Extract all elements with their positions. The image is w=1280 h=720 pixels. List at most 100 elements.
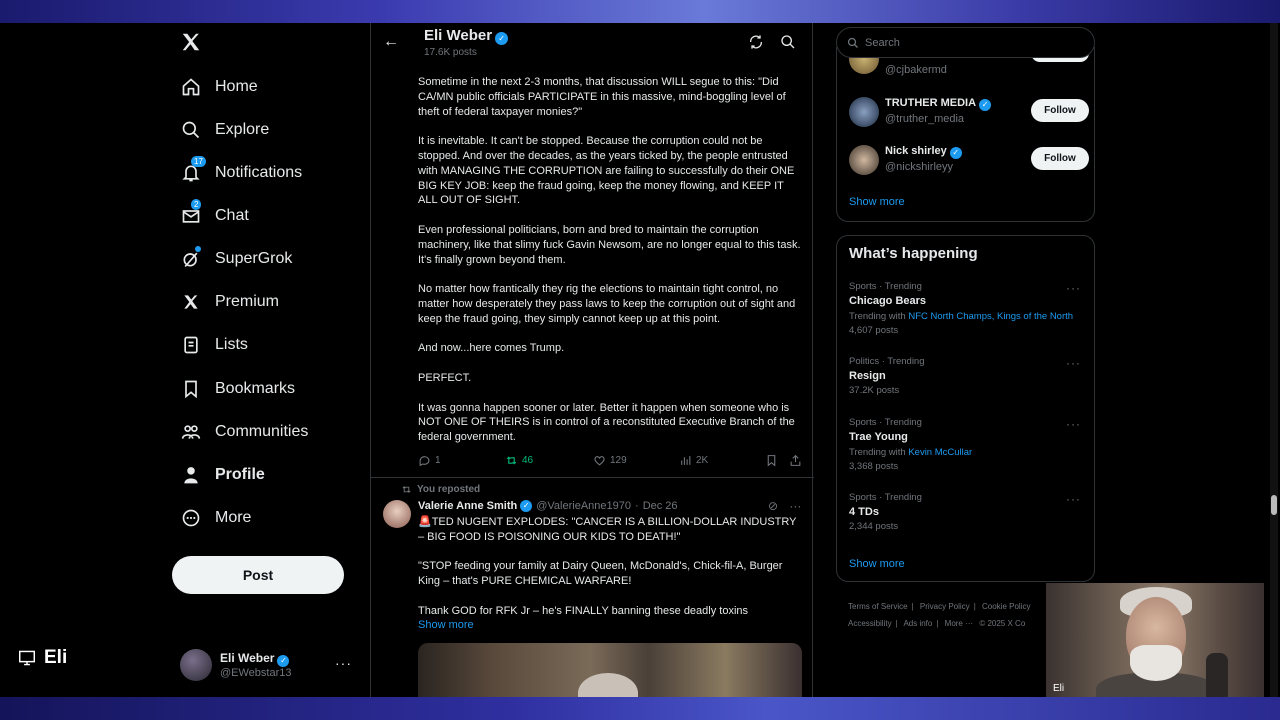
trend-with-link[interactable]: NFC North Champs, Kings of the North [908, 311, 1073, 322]
sidebar-item-profile[interactable]: Profile [180, 455, 265, 495]
follow-suggestion[interactable]: Nick shirley ✓ @nickshirleyy Follow [849, 143, 1089, 179]
screen-share-label: Eli [18, 647, 67, 669]
trend-posts: 37.2K posts [849, 385, 900, 396]
trend-category: Sports · Trending [849, 492, 922, 503]
footer-privacy-link[interactable]: Privacy Policy [920, 602, 970, 611]
repost-button[interactable]: 46 [505, 454, 533, 467]
like-count: 129 [610, 455, 627, 466]
scrollbar[interactable] [1270, 23, 1278, 697]
monitor-icon [19, 650, 35, 666]
tweet-author-handle[interactable]: @ValerieAnne1970 [536, 500, 631, 512]
follow-button[interactable]: Follow [1031, 99, 1089, 122]
show-more-link[interactable]: Show more [849, 196, 905, 208]
tweet-separator: · [635, 500, 639, 512]
trend-item[interactable]: Sports · Trending Chicago Bears Trending… [849, 281, 1089, 336]
search-input[interactable] [865, 36, 1065, 49]
sidebar-item-communities[interactable]: Communities [180, 412, 308, 452]
sidebar-item-lists[interactable]: Lists [180, 325, 248, 365]
trend-with-label: Trending with [849, 311, 906, 322]
x-logo-icon[interactable] [180, 31, 204, 55]
sidebar-item-label: Explore [215, 121, 270, 138]
sidebar-item-label: More [215, 509, 252, 526]
repost-label: You reposted [417, 484, 481, 495]
trend-category: Sports · Trending [849, 417, 922, 428]
sidebar-item-chat[interactable]: 2 Chat [180, 196, 249, 236]
footer-ads-link[interactable]: Ads info [903, 619, 932, 628]
sidebar-item-label: Notifications [215, 164, 303, 181]
sidebar-item-premium[interactable]: Premium [180, 282, 279, 322]
tweet-media[interactable] [418, 643, 802, 697]
sidebar-item-notifications[interactable]: 17 Notifications [180, 153, 302, 193]
microphone [1206, 653, 1228, 697]
share-icon [790, 454, 801, 466]
tweet-author-name[interactable]: Valerie Anne Smith [418, 500, 517, 512]
x-logo-icon [180, 291, 202, 313]
grok-icon[interactable]: ⊘ [768, 499, 778, 513]
tweet-header: Valerie Anne Smith ✓ @ValerieAnne1970 · … [418, 500, 678, 512]
sidebar-item-bookmarks[interactable]: Bookmarks [180, 369, 295, 409]
trend-posts: 2,344 posts [849, 521, 899, 532]
search-icon[interactable] [780, 34, 796, 50]
sidebar-item-supergrok[interactable]: SuperGrok [180, 239, 292, 279]
trend-item[interactable]: Politics · Trending Resign 37.2K posts ·… [849, 356, 1089, 396]
bookmark-button[interactable] [765, 454, 782, 467]
trend-item[interactable]: Sports · Trending 4 TDs 2,344 posts ··· [849, 492, 1089, 532]
suggestion-handle: @nickshirleyy [885, 161, 954, 173]
sidebar-item-explore[interactable]: Explore [180, 110, 269, 150]
x-app: Home Explore 17 Notifications 2 Chat Sup… [0, 23, 1280, 697]
trend-with-link[interactable]: Kevin McCullar [908, 447, 972, 458]
footer-separator: | [973, 602, 976, 611]
more-dots-icon[interactable]: ··· [1066, 417, 1081, 431]
home-icon [180, 76, 202, 98]
show-more-link[interactable]: Show more [418, 619, 474, 631]
search-icon [847, 37, 858, 48]
sidebar-item-label: Chat [215, 207, 249, 224]
tweet-paragraph: No matter how frantically they rig the e… [418, 283, 796, 325]
show-more-link[interactable]: Show more [849, 558, 905, 570]
like-button[interactable]: 129 [593, 454, 627, 467]
reply-icon [419, 456, 430, 467]
search-bar[interactable] [836, 27, 1095, 58]
reply-button[interactable]: 1 [418, 454, 441, 467]
list-icon [180, 334, 202, 356]
mail-icon: 2 [180, 199, 202, 227]
follow-button[interactable]: Follow [1031, 147, 1089, 170]
post-button[interactable]: Post [172, 556, 344, 594]
more-dots-icon[interactable]: ··· [1066, 492, 1081, 506]
search-icon [180, 119, 202, 141]
account-switcher[interactable]: Eli Weber ✓ @EWebstar13 ··· [180, 645, 360, 685]
trend-item[interactable]: Sports · Trending Trae Young Trending wi… [849, 417, 1089, 472]
webcam-overlay: Eli [1046, 583, 1264, 697]
timeline: ← Eli Weber ✓ 17.6K posts Sometime in the… [370, 23, 814, 697]
footer-terms-link[interactable]: Terms of Service [848, 602, 908, 611]
more-dots-icon[interactable]: ··· [1066, 356, 1081, 370]
footer-more-link[interactable]: More ··· [945, 619, 973, 628]
share-button[interactable] [789, 454, 806, 467]
back-arrow-icon[interactable]: ← [383, 33, 399, 51]
more-dots-icon[interactable]: ··· [1066, 281, 1081, 295]
webcam-label: Eli [1053, 683, 1065, 694]
avatar[interactable] [383, 500, 411, 528]
scrollbar-thumb[interactable] [1271, 495, 1277, 515]
heart-icon [594, 456, 605, 466]
communities-icon [180, 421, 202, 443]
more-dots-icon[interactable]: ··· [335, 655, 352, 671]
refresh-icon[interactable] [748, 34, 764, 50]
footer-accessibility-link[interactable]: Accessibility [848, 619, 892, 628]
whats-happening-title: What’s happening [849, 245, 978, 262]
tweet-date[interactable]: Dec 26 [643, 500, 678, 512]
more-dots-icon[interactable]: ··· [789, 499, 801, 513]
follow-suggestion[interactable]: TRUTHER MEDIA ✓ @truther_media Follow [849, 95, 1089, 131]
views-button[interactable]: 2K [679, 454, 708, 467]
avatar [849, 145, 879, 175]
sidebar-item-label: Profile [215, 466, 265, 483]
sidebar-nav: Home Explore 17 Notifications 2 Chat Sup… [172, 23, 362, 697]
footer-cookie-link[interactable]: Cookie Policy [982, 602, 1030, 611]
sidebar-item-home[interactable]: Home [180, 67, 258, 107]
bell-icon: 17 [180, 156, 206, 184]
whats-happening-card: What’s happening Sports · Trending Chica… [836, 235, 1095, 582]
bookmark-icon [767, 455, 776, 467]
trend-name: Chicago Bears [849, 295, 927, 307]
tweet-paragraph: Sometime in the next 2-3 months, that di… [418, 76, 786, 118]
sidebar-item-more[interactable]: More [180, 498, 251, 538]
